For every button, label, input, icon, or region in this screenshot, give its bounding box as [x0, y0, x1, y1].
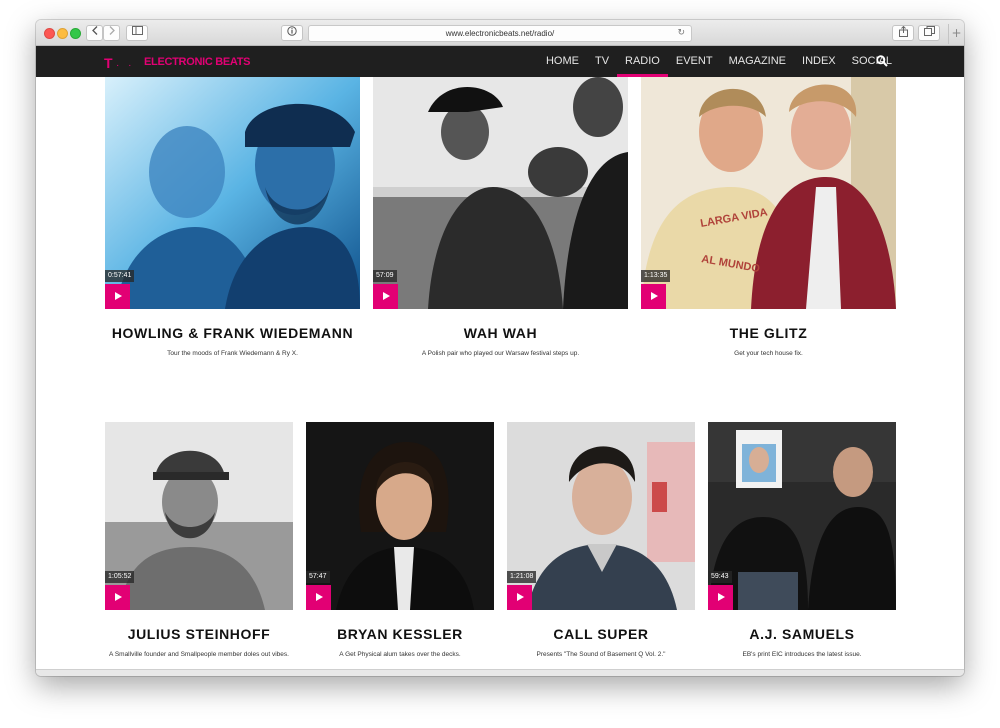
mix-title[interactable]: WAH WAH: [373, 325, 628, 341]
mix-duration: 1:21:08: [507, 571, 537, 583]
mix-photo[interactable]: LARGA VIDA AL MUNDO: [641, 77, 896, 309]
mix-photo[interactable]: [105, 77, 360, 309]
info-icon: [287, 26, 297, 36]
play-button[interactable]: [373, 284, 398, 309]
logo-dots: · ·: [116, 60, 135, 71]
url-text: www.electronicbeats.net/radio/: [445, 29, 555, 38]
sidebar-icon: [131, 26, 143, 35]
mix-card[interactable]: 57:09 WAH WAH A Polish pair who played o…: [373, 77, 628, 377]
mix-title[interactable]: HOWLING & FRANK WIEDEMANN: [105, 325, 360, 341]
play-button[interactable]: [105, 585, 130, 610]
mix-description: Get your tech house fix.: [734, 350, 803, 357]
tabs-overview-button[interactable]: [918, 25, 940, 41]
mix-card[interactable]: 1:21:08 CALL SUPER Presents "The Sound o…: [507, 422, 695, 672]
brand-name[interactable]: ELECTRONIC BEATS: [144, 56, 251, 68]
mix-description: A Polish pair who played our Warsaw fest…: [421, 350, 580, 357]
mix-description: A Get Physical alum takes over the decks…: [339, 651, 461, 658]
nav-home[interactable]: HOME: [538, 46, 587, 77]
mix-description: A Smallville founder and Smallpeople mem…: [109, 651, 289, 658]
radio-grid: 0:57:41 HOWLING & FRANK WIEDEMANN Tour t…: [36, 77, 964, 676]
mix-photo[interactable]: [306, 422, 494, 610]
play-button[interactable]: [306, 585, 331, 610]
telekom-logo[interactable]: T: [104, 55, 115, 71]
mix-duration: 1:05:52: [105, 571, 135, 583]
mix-photo[interactable]: [708, 422, 896, 610]
nav-radio[interactable]: RADIO: [617, 46, 668, 77]
mix-title[interactable]: A.J. SAMUELS: [708, 626, 896, 642]
play-button[interactable]: [708, 585, 733, 610]
browser-window: www.electronicbeats.net/radio/ ↻ + T · ·…: [36, 20, 964, 676]
mix-title[interactable]: BRYAN KESSLER: [306, 626, 494, 642]
mix-duration: 59:43: [708, 571, 732, 583]
play-button[interactable]: [105, 284, 130, 309]
chevron-right-icon: [109, 26, 115, 35]
minimize-window-button[interactable]: [57, 28, 68, 39]
mix-description: Presents "The Sound of Basement Q Vol. 2…: [536, 651, 666, 658]
window-bottom-edge: [36, 669, 964, 676]
main-menu: HOME TV RADIO EVENT MAGAZINE INDEX SOCIA…: [538, 46, 900, 77]
nav-magazine[interactable]: MAGAZINE: [721, 46, 794, 77]
mix-card[interactable]: LARGA VIDA AL MUNDO 1:13:35 THE GLITZ Ge…: [641, 77, 896, 377]
nav-index[interactable]: INDEX: [794, 46, 844, 77]
mix-card[interactable]: 1:05:52 JULIUS STEINHOFF A Smallville fo…: [105, 422, 293, 672]
mix-photo[interactable]: [373, 77, 628, 309]
close-window-button[interactable]: [44, 28, 55, 39]
play-button[interactable]: [641, 284, 666, 309]
share-icon: [898, 25, 908, 37]
zoom-window-button[interactable]: [70, 28, 81, 39]
mix-duration: 1:13:35: [641, 270, 671, 282]
forward-button[interactable]: [103, 25, 120, 41]
share-button[interactable]: [892, 25, 914, 41]
new-tab-button[interactable]: +: [948, 24, 964, 44]
mix-description: Tour the moods of Frank Wiedemann & Ry X…: [167, 350, 298, 357]
mix-duration: 0:57:41: [105, 270, 135, 282]
tabs-icon: [923, 26, 935, 36]
play-button[interactable]: [507, 585, 532, 610]
mix-title[interactable]: CALL SUPER: [507, 626, 695, 642]
mix-card[interactable]: 0:57:41 HOWLING & FRANK WIEDEMANN Tour t…: [105, 77, 360, 377]
nav-tv[interactable]: TV: [587, 46, 617, 77]
back-button[interactable]: [86, 25, 103, 41]
nav-social[interactable]: SOCIAL: [844, 46, 900, 77]
nav-event[interactable]: EVENT: [668, 46, 721, 77]
sidebar-button[interactable]: [126, 25, 148, 41]
mix-title[interactable]: JULIUS STEINHOFF: [105, 626, 293, 642]
address-bar[interactable]: www.electronicbeats.net/radio/ ↻: [308, 25, 692, 42]
browser-toolbar: www.electronicbeats.net/radio/ ↻ +: [36, 20, 964, 46]
mix-card[interactable]: 59:43 A.J. SAMUELS EB's print EIC introd…: [708, 422, 896, 672]
site-header: T · · ELECTRONIC BEATS HOME TV RADIO EVE…: [36, 46, 964, 77]
site-info-button[interactable]: [281, 25, 303, 41]
mix-title[interactable]: THE GLITZ: [641, 325, 896, 341]
mix-description: EB's print EIC introduces the latest iss…: [742, 651, 862, 658]
mix-duration: 57:09: [373, 270, 397, 282]
search-icon[interactable]: [876, 55, 888, 67]
mix-duration: 57:47: [306, 571, 330, 583]
mix-card[interactable]: 57:47 BRYAN KESSLER A Get Physical alum …: [306, 422, 494, 672]
chevron-left-icon: [91, 26, 97, 35]
reload-icon[interactable]: ↻: [677, 26, 685, 41]
